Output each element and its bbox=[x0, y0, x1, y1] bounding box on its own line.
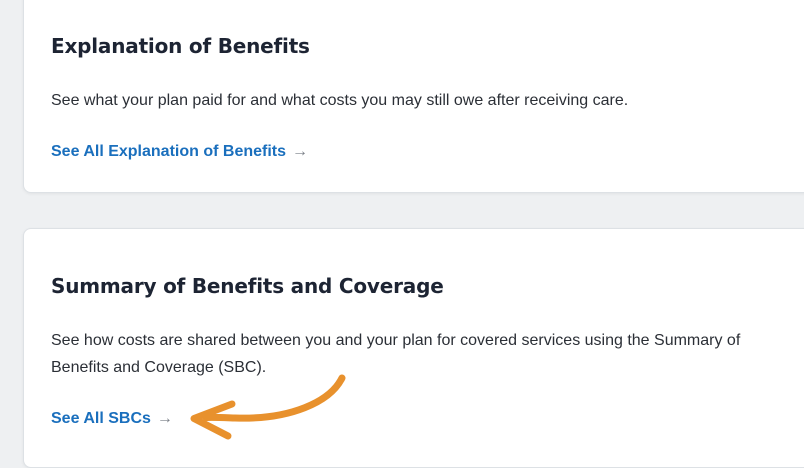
explanation-of-benefits-card: Explanation of Benefits See what your pl… bbox=[23, 0, 804, 193]
card-description: See how costs are shared between you and… bbox=[51, 332, 741, 376]
link-label: See All SBCs bbox=[51, 410, 151, 427]
card-title: Explanation of Benefits bbox=[51, 34, 310, 58]
link-label: See All Explanation of Benefits bbox=[51, 143, 287, 160]
arrow-right-icon: → bbox=[292, 143, 309, 160]
card-description: See what your plan paid for and what cos… bbox=[51, 92, 629, 109]
see-all-sbcs-link[interactable]: See All SBCs → bbox=[51, 410, 173, 428]
see-all-eob-link[interactable]: See All Explanation of Benefits → bbox=[51, 143, 308, 161]
card-title: Summary of Benefits and Coverage bbox=[51, 274, 444, 298]
arrow-right-icon: → bbox=[156, 410, 173, 427]
summary-of-benefits-card: Summary of Benefits and Coverage See how… bbox=[23, 228, 804, 468]
